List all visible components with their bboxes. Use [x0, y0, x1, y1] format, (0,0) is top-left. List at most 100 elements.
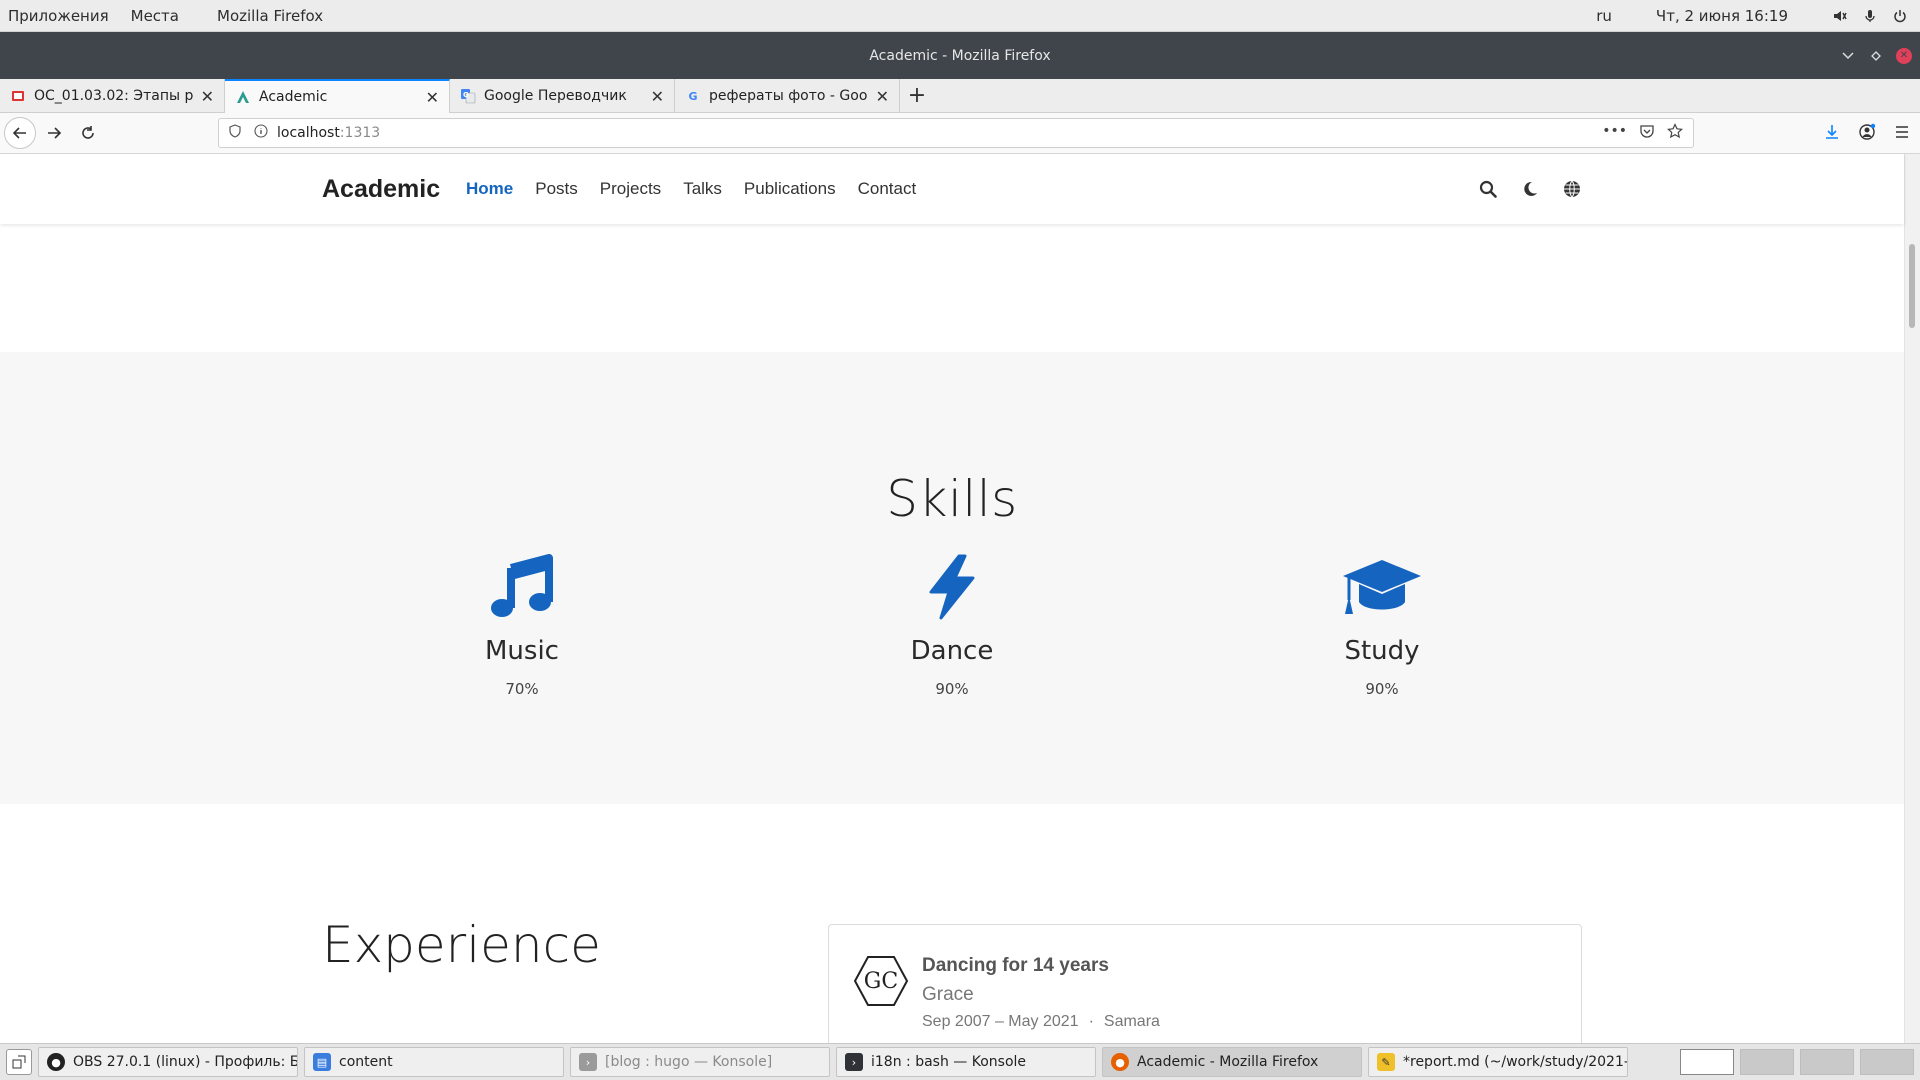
- nav-talks[interactable]: Talks: [683, 179, 722, 199]
- task-report-editor[interactable]: ✎ *report.md (~/work/study/2021-2...: [1368, 1047, 1628, 1077]
- graduation-cap-icon: [1252, 552, 1512, 622]
- scrollbar-thumb[interactable]: [1909, 244, 1915, 328]
- workspace-switcher: [1680, 1049, 1920, 1075]
- shield-icon[interactable]: [225, 124, 245, 142]
- workspace-4[interactable]: [1860, 1049, 1914, 1075]
- book-icon: [10, 88, 26, 104]
- address-bar[interactable]: localhost:1313 •••: [218, 118, 1694, 148]
- skills-section: Skills Music 70% Dance 90% Study 90%: [0, 352, 1904, 804]
- hamburger-menu-icon[interactable]: [1894, 124, 1910, 144]
- task-konsole-i18n[interactable]: › i18n : bash — Konsole: [836, 1047, 1096, 1077]
- tab-academic[interactable]: Academic ✕: [225, 79, 450, 113]
- task-firefox[interactable]: ● Academic - Mozilla Firefox: [1102, 1047, 1362, 1077]
- close-tab-icon[interactable]: ✕: [201, 87, 214, 106]
- company-logo-text: GC: [864, 969, 898, 994]
- experience-dates: Sep 2007 – May 2021: [922, 1013, 1079, 1030]
- nav-projects[interactable]: Projects: [600, 179, 661, 199]
- pocket-icon[interactable]: [1639, 123, 1655, 143]
- volume-muted-icon[interactable]: [1832, 8, 1848, 24]
- tab-label: OC_01.03.02: Этапы реал: [34, 88, 193, 104]
- tab-google-translate[interactable]: G Google Переводчик ✕: [450, 79, 675, 113]
- language-globe-icon[interactable]: [1562, 179, 1582, 199]
- site-tools: [1478, 179, 1582, 199]
- experience-meta: Sep 2007 – May 2021 · Samara: [922, 1013, 1160, 1031]
- address-bar-actions: •••: [1602, 123, 1693, 143]
- close-tab-icon[interactable]: ✕: [876, 87, 889, 106]
- site-brand[interactable]: Academic: [322, 175, 440, 204]
- nav-home[interactable]: Home: [466, 179, 513, 199]
- workspace-1[interactable]: [1680, 1049, 1734, 1075]
- editor-icon: ✎: [1377, 1053, 1395, 1071]
- minimize-icon[interactable]: [1840, 48, 1856, 64]
- music-icon: [392, 552, 652, 622]
- page-viewport: Academic Home Posts Projects Talks Publi…: [0, 154, 1920, 1043]
- window-title: Academic - Mozilla Firefox: [869, 47, 1051, 64]
- url-host: localhost: [277, 125, 340, 141]
- terminal-icon: ›: [579, 1053, 597, 1071]
- page-actions-icon[interactable]: •••: [1602, 123, 1627, 143]
- reload-icon: [82, 126, 94, 139]
- skill-study: Study 90%: [1252, 552, 1512, 698]
- keyboard-layout-indicator[interactable]: ru: [1596, 7, 1612, 25]
- nav-contact[interactable]: Contact: [858, 179, 917, 199]
- task-content-folder[interactable]: ▤ content: [304, 1047, 564, 1077]
- nav-posts[interactable]: Posts: [535, 179, 578, 199]
- site-menu: Home Posts Projects Talks Publications C…: [466, 179, 916, 199]
- active-app-menu[interactable]: Mozilla Firefox: [209, 7, 331, 25]
- navigation-toolbar: localhost:1313 •••: [0, 113, 1920, 154]
- task-label: Academic - Mozilla Firefox: [1137, 1054, 1319, 1070]
- tab-oc-course[interactable]: OC_01.03.02: Этапы реал ✕: [0, 79, 225, 113]
- experience-location: Samara: [1103, 1013, 1160, 1030]
- skill-name: Music: [485, 636, 559, 666]
- taskbar: ● OBS 27.0.1 (linux) - Профиль: Без... ▤…: [0, 1043, 1920, 1080]
- workspace-2[interactable]: [1740, 1049, 1794, 1075]
- skill-percent: 90%: [935, 680, 969, 698]
- task-label: i18n : bash — Konsole: [871, 1054, 1027, 1070]
- tab-google-search[interactable]: G рефераты фото - Google ✕: [675, 79, 900, 113]
- close-tab-icon[interactable]: ✕: [426, 88, 439, 107]
- skill-percent: 90%: [1365, 680, 1399, 698]
- reload-button[interactable]: [72, 117, 104, 149]
- experience-organization: Grace: [922, 984, 974, 1005]
- close-window-icon[interactable]: ✕: [1896, 47, 1912, 64]
- info-icon[interactable]: [251, 124, 271, 142]
- close-tab-icon[interactable]: ✕: [651, 87, 664, 106]
- maximize-icon[interactable]: [1868, 48, 1884, 64]
- places-menu[interactable]: Места: [123, 7, 187, 25]
- task-label: *report.md (~/work/study/2021-2...: [1403, 1054, 1628, 1070]
- folder-icon: ▤: [313, 1053, 331, 1071]
- nav-publications[interactable]: Publications: [744, 179, 836, 199]
- show-desktop-icon[interactable]: [6, 1049, 32, 1075]
- google-icon: G: [688, 89, 698, 103]
- experience-role: Dancing for 14 years: [922, 955, 1109, 976]
- downloads-icon[interactable]: [1824, 124, 1840, 144]
- forward-button[interactable]: [38, 117, 70, 149]
- page-scrollbar[interactable]: [1904, 154, 1920, 1043]
- skill-music: Music 70%: [392, 552, 652, 698]
- applications-menu[interactable]: Приложения: [0, 7, 117, 25]
- clock[interactable]: Чт, 2 июня 16:19: [1656, 7, 1788, 25]
- experience-title: Experience: [322, 916, 601, 974]
- task-label: OBS 27.0.1 (linux) - Профиль: Без...: [73, 1054, 297, 1070]
- search-icon[interactable]: [1478, 179, 1498, 199]
- account-icon[interactable]: [1858, 123, 1876, 145]
- terminal-icon: ›: [845, 1053, 863, 1071]
- microphone-icon[interactable]: [1862, 8, 1878, 24]
- translate-icon: G: [460, 88, 476, 104]
- separator-dot: ·: [1088, 1013, 1094, 1030]
- new-tab-button[interactable]: +: [900, 79, 934, 112]
- bookmark-star-icon[interactable]: [1667, 123, 1683, 143]
- task-konsole-blog[interactable]: › [blog : hugo — Konsole]: [570, 1047, 830, 1077]
- task-obs[interactable]: ● OBS 27.0.1 (linux) - Профиль: Без...: [38, 1047, 298, 1077]
- tab-label: рефераты фото - Google: [709, 88, 868, 104]
- skill-name: Dance: [910, 636, 994, 666]
- power-icon[interactable]: [1892, 8, 1908, 24]
- dark-mode-moon-icon[interactable]: [1520, 179, 1540, 199]
- system-top-bar: Приложения Места Mozilla Firefox ru Чт, …: [0, 0, 1920, 32]
- url-port: :1313: [339, 125, 381, 141]
- company-logo: GC: [853, 956, 909, 1006]
- skill-name: Study: [1344, 636, 1420, 666]
- system-tray: ru Чт, 2 июня 16:19: [1596, 7, 1920, 25]
- workspace-3[interactable]: [1800, 1049, 1854, 1075]
- back-button[interactable]: [4, 117, 36, 149]
